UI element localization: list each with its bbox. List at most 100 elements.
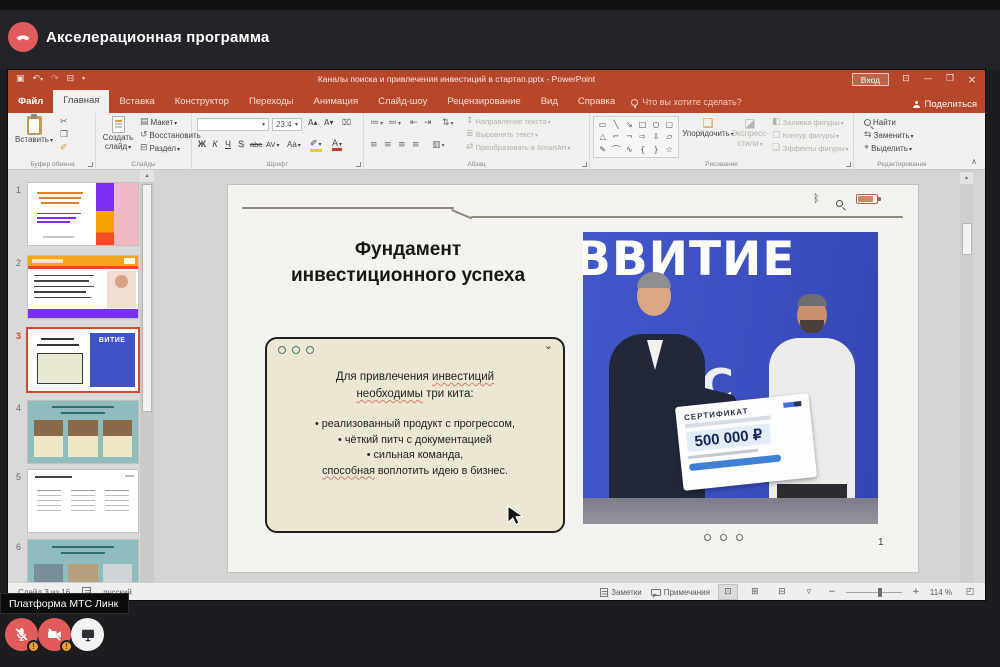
collapse-ribbon-icon[interactable]: ∧ (971, 158, 977, 166)
line-spacing-icon[interactable]: ⇅ (442, 119, 454, 128)
bullets-icon[interactable]: ≔ (370, 119, 383, 128)
slide-thumbnail-5[interactable] (28, 470, 138, 532)
font-color-button[interactable]: А (332, 138, 342, 151)
retro-window-textbox[interactable]: ⌄ Для привлечения инвестиций необходимы … (265, 337, 565, 533)
tab-insert[interactable]: Вставка (109, 91, 164, 113)
save-icon[interactable]: ▣ (16, 75, 25, 84)
justify-icon[interactable]: ≡ (412, 141, 420, 150)
text-direction-button[interactable]: ↕Направление текста (466, 117, 551, 126)
shape-textbox[interactable]: ▭ (596, 118, 609, 131)
thumbnail-scrollbar-thumb[interactable] (142, 184, 152, 412)
shape-arc[interactable]: ⌒ (609, 143, 622, 156)
canvas-scroll-up-arrow[interactable]: ▴ (960, 172, 973, 184)
tab-help[interactable]: Справка (568, 91, 625, 113)
decrease-indent-icon[interactable]: ⇤ (410, 119, 418, 128)
screen-share-button[interactable] (71, 618, 104, 651)
thumbnail-scroll-up-arrow[interactable]: ▴ (140, 170, 154, 182)
font-dialog-launcher[interactable] (356, 162, 361, 167)
shape-outline-button[interactable]: ▢Контур фигуры (772, 131, 839, 140)
zoom-out-button[interactable]: − (827, 585, 837, 599)
clear-formatting-icon[interactable]: ⌧ (342, 119, 351, 127)
tab-transitions[interactable]: Переходы (239, 91, 304, 113)
slide-title[interactable]: Фундамент инвестиционного успеха (248, 237, 568, 289)
tab-review[interactable]: Рецензирование (437, 91, 530, 113)
notes-button[interactable]: Заметки (600, 588, 642, 597)
slide-thumbnail-4[interactable] (28, 401, 138, 463)
shape-rounded-rect[interactable]: ▢ (663, 118, 676, 131)
drawing-dialog-launcher[interactable] (846, 162, 851, 167)
shape-effects-button[interactable]: ❑Эффекты фигуры (772, 144, 849, 153)
restore-icon[interactable]: ❐ (939, 70, 961, 88)
shape-oval[interactable]: ○ (649, 118, 662, 131)
call-logo-button[interactable] (8, 22, 38, 52)
tab-slideshow[interactable]: Слайд-шоу (368, 91, 437, 113)
columns-icon[interactable]: ▥ (432, 141, 445, 150)
shapes-gallery[interactable]: ▭╲↘□○▢ △⌐¬⇨⇩▱ ✎⌒∿{}☆ (593, 116, 679, 158)
canvas-scrollbar-thumb[interactable] (962, 223, 972, 255)
shape-curve[interactable]: ∿ (623, 143, 636, 156)
shape-arrow-down[interactable]: ⇩ (649, 131, 662, 144)
highlight-color-button[interactable]: ✐ (310, 138, 322, 152)
ribbon-display-options-icon[interactable]: ⊡ (895, 70, 917, 88)
zoom-in-button[interactable]: + (911, 585, 921, 599)
comments-button[interactable]: Примечания (651, 588, 710, 597)
zoom-level[interactable]: 114 % (930, 588, 952, 597)
find-button[interactable]: Найти (864, 118, 896, 127)
slide-thumbnail-3-selected[interactable]: ВИТИЕ (28, 329, 138, 391)
shape-parallelogram[interactable]: ▱ (663, 131, 676, 144)
signin-button[interactable]: Вход (852, 73, 889, 86)
microphone-muted-button[interactable]: ! (5, 618, 38, 651)
align-text-button[interactable]: ≣Выровнять текст (466, 130, 538, 139)
char-spacing-button[interactable]: AV (266, 140, 279, 149)
shape-arrow-right[interactable]: ⇨ (636, 131, 649, 144)
slide-thumbnail-6[interactable] (28, 540, 138, 582)
change-case-button[interactable]: Aa (287, 140, 301, 149)
redo-icon[interactable]: ↷ (51, 75, 59, 84)
grow-font-icon[interactable]: А▴ (308, 119, 318, 127)
arrange-button[interactable]: ❏ Упорядочить (686, 117, 730, 140)
undo-icon[interactable]: ↶▾ (33, 75, 44, 84)
clipboard-dialog-launcher[interactable] (88, 162, 93, 167)
align-center-icon[interactable]: ≡ (384, 141, 392, 150)
tab-home[interactable]: Главная (53, 90, 109, 113)
shape-elbow-2[interactable]: ¬ (623, 131, 636, 144)
shape-rectangle[interactable]: □ (636, 118, 649, 131)
shape-arrow-line[interactable]: ↘ (623, 118, 636, 131)
underline-button[interactable]: Ч (222, 139, 234, 149)
convert-smartart-button[interactable]: ⇄Преобразовать в SmartArt (466, 143, 571, 152)
layout-button[interactable]: ▤Макет (140, 118, 177, 127)
align-left-icon[interactable]: ≡ (370, 141, 378, 150)
paragraph-dialog-launcher[interactable] (582, 162, 587, 167)
shape-star[interactable]: ☆ (663, 143, 676, 156)
shape-fill-button[interactable]: ◧Заливка фигуры (772, 118, 844, 127)
zoom-slider-thumb[interactable] (878, 588, 882, 597)
slide-thumbnail-2[interactable] (28, 256, 138, 318)
share-button[interactable]: Поделиться (913, 99, 977, 110)
shrink-font-icon[interactable]: А▾ (324, 119, 334, 127)
slide-photo-award-ceremony[interactable]: ВВИТИЕ ОЙ С СЕРТИФИКАТ (583, 232, 878, 524)
numbering-icon[interactable]: ≕ (388, 119, 401, 128)
tell-me-box[interactable]: Что вы хотите сделать? (631, 91, 742, 113)
quick-styles-button[interactable]: ◪ Экспресс- стили (732, 117, 768, 149)
fit-to-window-button[interactable]: ◰ (961, 585, 979, 599)
tab-animations[interactable]: Анимация (304, 91, 369, 113)
bold-button[interactable]: Ж (196, 139, 208, 149)
tab-file[interactable]: Файл (8, 91, 53, 113)
shape-triangle[interactable]: △ (596, 131, 609, 144)
shape-freeform[interactable]: ✎ (596, 143, 609, 156)
paste-button[interactable]: Вставить (16, 116, 52, 146)
text-shadow-button[interactable]: S (235, 139, 247, 149)
canvas-scrollbar[interactable]: ▴ (960, 170, 973, 582)
thumbnail-scrollbar[interactable]: ▴ (140, 170, 154, 582)
font-name-combo[interactable] (197, 118, 269, 131)
cut-icon[interactable]: ✂ (60, 118, 68, 127)
shape-line[interactable]: ╲ (609, 118, 622, 131)
copy-icon[interactable]: ❐ (60, 131, 68, 140)
format-painter-icon[interactable]: ✐ (60, 144, 68, 153)
close-icon[interactable]: × (961, 70, 983, 88)
slide-thumbnail-1[interactable] (28, 183, 138, 245)
increase-indent-icon[interactable]: ⇥ (424, 119, 432, 128)
start-slideshow-icon[interactable]: ⊟ (67, 75, 75, 84)
tab-design[interactable]: Конструктор (165, 91, 239, 113)
customize-qat-icon[interactable]: ▾ (82, 76, 85, 82)
